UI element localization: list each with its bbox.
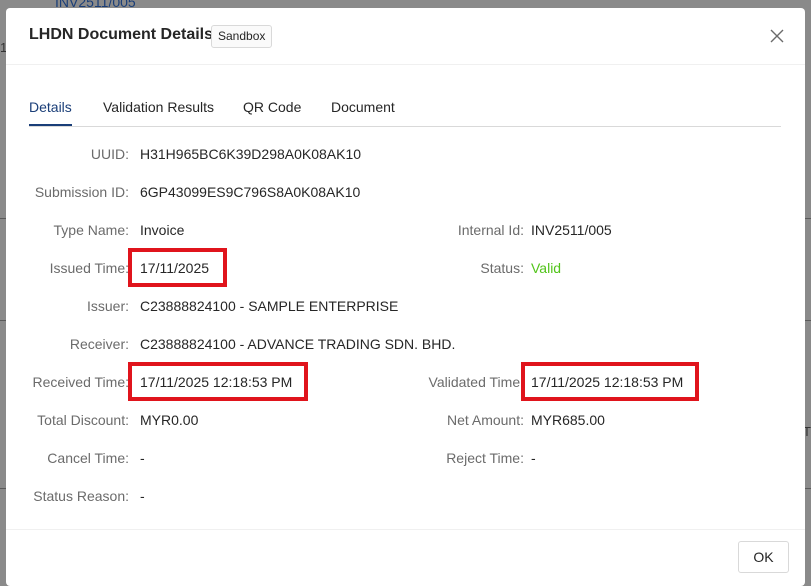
reject-time-label: Reject Time: [446, 450, 524, 466]
issuer-label: Issuer: [86, 298, 129, 314]
tab-document[interactable]: Document [331, 99, 395, 124]
tab-bar: Details Validation Results QR Code Docum… [29, 94, 781, 127]
net-amount-label: Net Amount: [446, 412, 524, 428]
modal-footer: OK [6, 529, 805, 586]
modal-header: LHDN Document Details Sandbox [6, 8, 805, 65]
status-reason-label: Status Reason: [33, 488, 129, 504]
status-reason-value: - [140, 488, 145, 504]
ok-button[interactable]: OK [738, 541, 789, 573]
received-time-label: Received Time: [32, 374, 129, 390]
cancel-time-value: - [140, 450, 145, 466]
issuer-value: C23888824100 - SAMPLE ENTERPRISE [140, 298, 399, 314]
receiver-label: Receiver: [69, 336, 129, 352]
total-discount-label: Total Discount: [37, 412, 129, 428]
cancel-time-label: Cancel Time: [47, 450, 129, 466]
receiver-value: C23888824100 - ADVANCE TRADING SDN. BHD. [140, 336, 456, 352]
internal-id-value: INV2511/005 [531, 222, 612, 238]
document-details-modal: LHDN Document Details Sandbox Details Va… [6, 8, 805, 586]
environment-tag: Sandbox [211, 25, 273, 48]
type-name-label: Type Name: [53, 222, 129, 238]
tab-details[interactable]: Details [29, 99, 72, 126]
status-value: Valid [531, 260, 562, 276]
validated-time-label: Validated Time: [428, 374, 524, 390]
submission-id-label: Submission ID: [34, 184, 129, 200]
tab-qr-code[interactable]: QR Code [243, 99, 301, 124]
type-name-value: Invoice [140, 222, 185, 238]
issued-time-label: Issued Time: [49, 260, 129, 276]
uuid-value: H31H965BC6K39D298A0K08AK10 [140, 146, 362, 162]
uuid-label: UUID: [90, 146, 129, 162]
total-discount-value: MYR0.00 [140, 412, 199, 428]
status-label: Status: [480, 260, 524, 276]
issued-time-highlight [128, 248, 227, 287]
received-time-highlight [128, 362, 308, 401]
submission-id-value: 6GP43099ES9C796S8A0K08AK10 [140, 184, 361, 200]
close-button[interactable] [763, 22, 791, 50]
modal-title: LHDN Document Details [29, 26, 214, 43]
net-amount-value: MYR685.00 [531, 412, 605, 428]
close-icon [770, 29, 784, 43]
tab-validation-results[interactable]: Validation Results [103, 99, 214, 124]
reject-time-value: - [531, 450, 536, 466]
internal-id-label: Internal Id: [457, 222, 524, 238]
validated-time-highlight [521, 362, 699, 401]
